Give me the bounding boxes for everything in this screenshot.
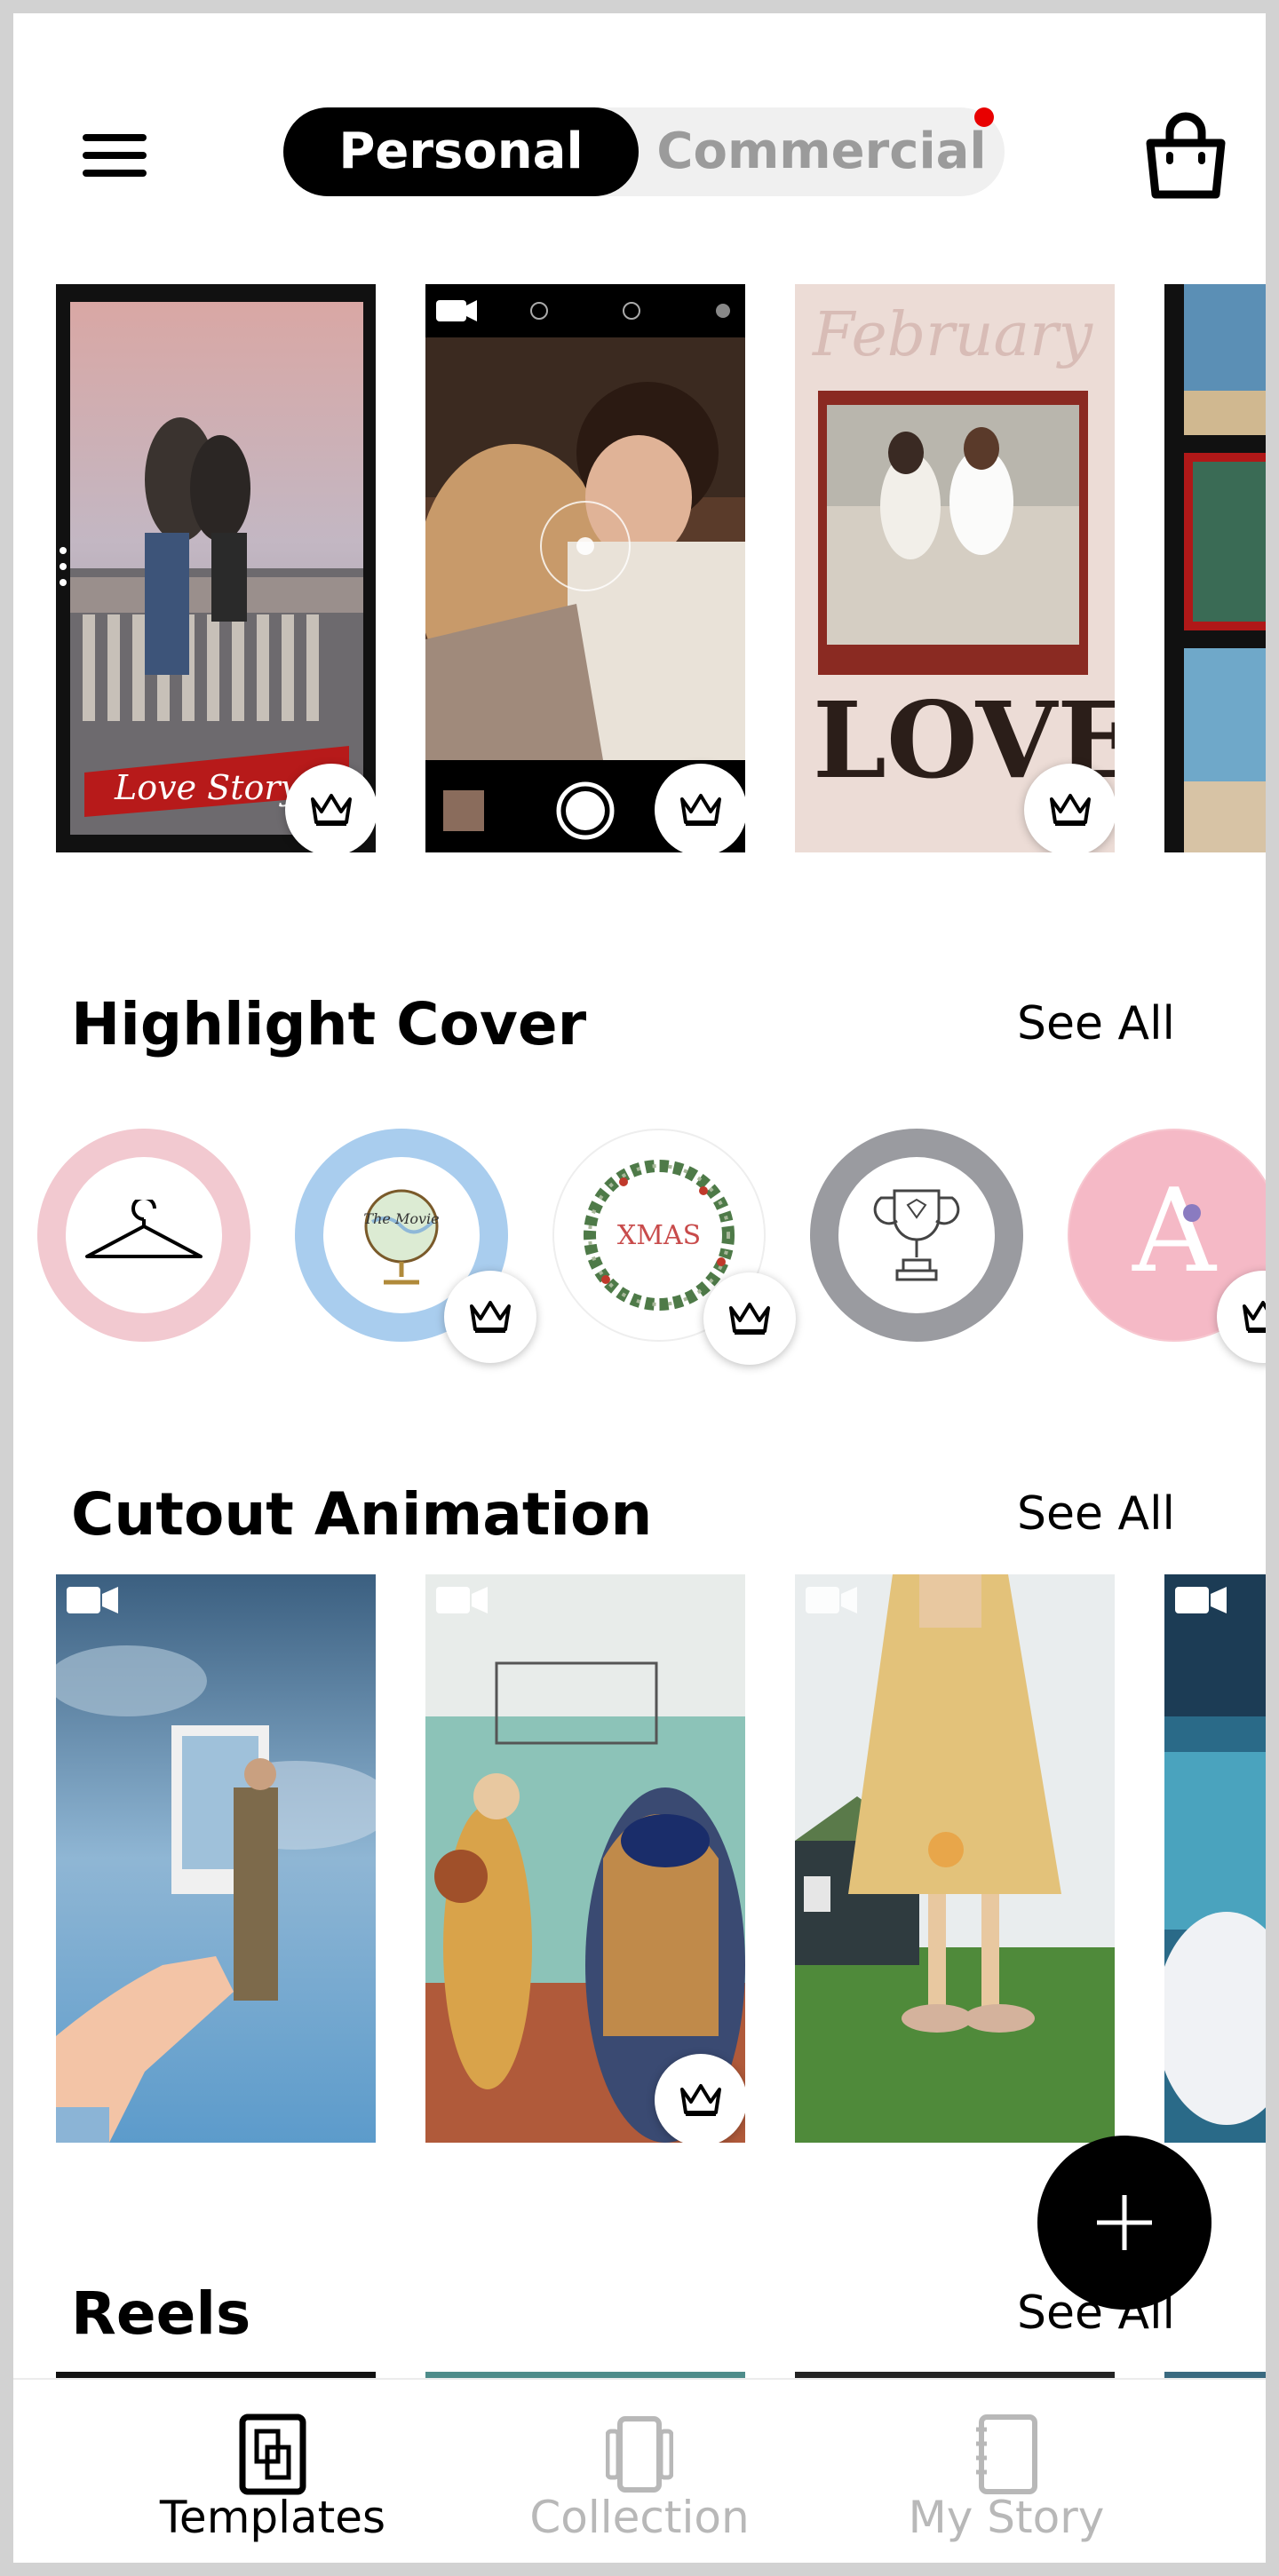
nav-my-story[interactable]: My Story: [829, 2380, 1184, 2563]
template-card[interactable]: [425, 1574, 745, 2143]
nav-label: Templates: [159, 2492, 386, 2543]
plus-icon: [1097, 2195, 1152, 2250]
template-thumbnail: [1164, 1574, 1266, 2143]
nav-label: My Story: [908, 2492, 1105, 2543]
templates-icon: [239, 2414, 306, 2495]
template-card[interactable]: February LOVE: [795, 284, 1115, 852]
template-thumbnail: [1184, 284, 1266, 852]
template-card[interactable]: [425, 284, 745, 852]
shopping-bag-icon[interactable]: [1141, 109, 1230, 202]
template-card[interactable]: [795, 1574, 1115, 2143]
letter-label: A: [1132, 1163, 1218, 1298]
template-thumbnail: [795, 1574, 1115, 2143]
wreath-label: XMAS: [617, 1220, 701, 1251]
template-card[interactable]: [1164, 1574, 1266, 2143]
premium-crown-icon: [285, 764, 376, 852]
notebook-icon: [976, 2414, 1037, 2494]
highlight-cover-item[interactable]: A: [1068, 1129, 1266, 1363]
globe-label: The Movie: [363, 1210, 439, 1227]
see-all-cutout-button[interactable]: See All: [1017, 1487, 1175, 1541]
highlight-cover-item[interactable]: XMAS: [552, 1129, 796, 1365]
premium-crown-icon: [444, 1271, 536, 1363]
video-icon: [1175, 1587, 1227, 1613]
video-icon: [806, 1587, 857, 1613]
premium-crown-icon: [655, 764, 745, 852]
tab-personal[interactable]: Personal: [283, 107, 639, 196]
notification-dot: [974, 107, 994, 127]
nav-templates[interactable]: Templates: [95, 2380, 450, 2563]
section-title-reels: Reels: [71, 2279, 251, 2348]
premium-crown-icon: [1024, 764, 1115, 852]
highlight-cover-item[interactable]: The Movie: [295, 1129, 536, 1363]
trophy-icon: [873, 1189, 960, 1281]
featured-row: Love Story February LOVE: [13, 284, 1266, 870]
video-icon: [436, 1587, 488, 1613]
collection-icon: [606, 2416, 673, 2493]
template-card[interactable]: [1164, 284, 1266, 852]
nav-collection[interactable]: Collection: [462, 2380, 817, 2563]
mode-switch: Personal Commercial: [283, 107, 1005, 196]
app-screen: Personal Commercial Love Story February …: [13, 13, 1266, 2563]
see-all-highlight-button[interactable]: See All: [1017, 997, 1175, 1050]
template-card[interactable]: [56, 1574, 376, 2143]
menu-icon[interactable]: [83, 129, 147, 178]
premium-crown-icon: [655, 2054, 745, 2143]
bottom-navigation: Templates Collection My Story: [13, 2378, 1266, 2563]
template-card[interactable]: Love Story: [56, 284, 376, 852]
premium-crown-icon: [703, 1272, 796, 1365]
section-title-highlight-cover: Highlight Cover: [71, 990, 587, 1058]
nav-label: Collection: [529, 2492, 750, 2543]
create-button[interactable]: [1037, 2136, 1211, 2310]
globe-icon: The Movie: [363, 1189, 440, 1285]
card-top-text: February: [811, 300, 1094, 370]
section-title-cutout-animation: Cutout Animation: [71, 1480, 653, 1549]
cutout-row: [13, 1574, 1266, 2160]
video-icon: [67, 1587, 118, 1613]
highlight-cover-item[interactable]: [37, 1129, 250, 1342]
hanger-icon: [85, 1200, 203, 1258]
card-caption: Love Story: [114, 768, 299, 807]
highlight-cover-item[interactable]: [810, 1129, 1023, 1342]
template-thumbnail: [56, 1574, 376, 2143]
tab-commercial[interactable]: Commercial: [639, 107, 1005, 196]
